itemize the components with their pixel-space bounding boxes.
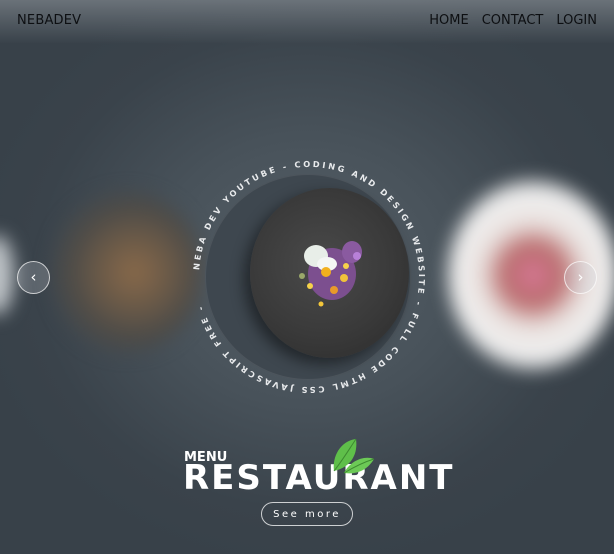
nav-login-link[interactable]: LOGIN [556, 13, 597, 28]
carousel-next-button[interactable]: › [564, 261, 597, 294]
chevron-right-icon: › [577, 268, 584, 286]
featured-dish: NEBA DEV YOUTUBE - CODING AND DESIGN WEB… [184, 152, 434, 402]
carousel-prev-dish-image [52, 192, 202, 352]
brand-logo[interactable]: NEBADEV [17, 13, 81, 28]
hero-title: RESTAURANT [183, 458, 455, 498]
see-more-button[interactable]: See more [261, 502, 353, 526]
chevron-left-icon: ‹ [30, 268, 37, 286]
nav-contact-link[interactable]: CONTACT [482, 13, 544, 28]
carousel-prev-button[interactable]: ‹ [17, 261, 50, 294]
dish-food-illustration [299, 241, 362, 307]
nav-home-link[interactable]: HOME [429, 13, 468, 28]
mint-leaf-icon [333, 438, 375, 474]
carousel-edge-plate-image [0, 235, 14, 315]
main-nav: HOME CONTACT LOGIN [429, 13, 597, 28]
